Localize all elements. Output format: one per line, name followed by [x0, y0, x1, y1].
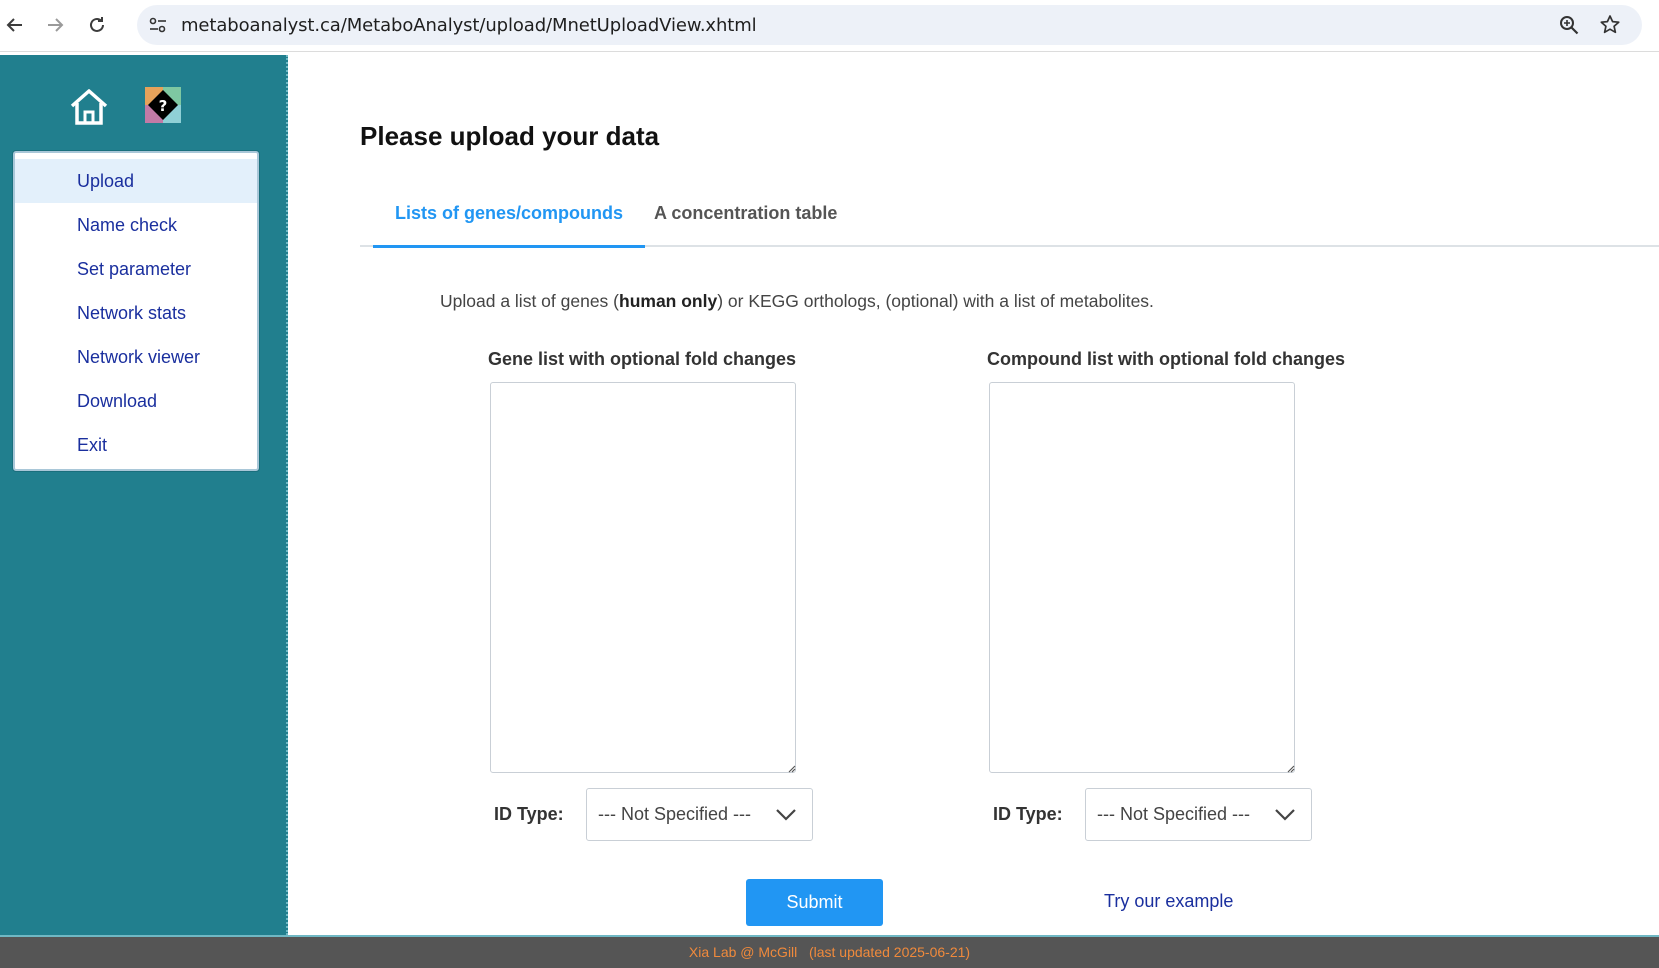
- try-example-link[interactable]: Try our example: [1104, 891, 1233, 912]
- site-settings-icon[interactable]: [147, 14, 169, 36]
- compound-id-type-value: --- Not Specified ---: [1097, 804, 1251, 824]
- menu-item-name-check[interactable]: Name check: [15, 203, 257, 247]
- menu-item-set-parameter[interactable]: Set parameter: [15, 247, 257, 291]
- zoom-icon[interactable]: [1558, 14, 1580, 36]
- tab-bar: Lists of genes/compounds A concentration…: [360, 183, 1659, 248]
- gene-id-type-select[interactable]: --- Not Specified ---: [586, 788, 813, 841]
- gene-list-label: Gene list with optional fold changes: [488, 349, 797, 369]
- address-bar[interactable]: metaboanalyst.ca/MetaboAnalyst/upload/Mn…: [137, 5, 1642, 45]
- forward-button[interactable]: [40, 10, 70, 40]
- back-button[interactable]: [0, 10, 30, 40]
- help-icon[interactable]: ?: [145, 87, 181, 123]
- arrow-left-icon: [6, 18, 22, 32]
- chevron-down-icon: [776, 809, 796, 821]
- page-title: Please upload your data: [360, 121, 660, 151]
- compound-list-label: Compound list with optional fold changes: [987, 349, 1345, 369]
- bookmark-star-icon[interactable]: [1598, 13, 1622, 37]
- tab-concentration-table[interactable]: A concentration table: [632, 183, 859, 247]
- home-icon[interactable]: [68, 87, 110, 127]
- menu-item-upload[interactable]: Upload: [15, 159, 257, 203]
- submit-button[interactable]: Submit: [746, 879, 883, 926]
- resize-grip-icon[interactable]: [786, 763, 796, 773]
- menu-item-network-viewer[interactable]: Network viewer: [15, 335, 257, 379]
- browser-toolbar: metaboanalyst.ca/MetaboAnalyst/upload/Mn…: [0, 0, 1659, 52]
- compound-id-type-select[interactable]: --- Not Specified ---: [1085, 788, 1312, 841]
- svg-text:?: ?: [159, 97, 168, 115]
- gene-list-textarea[interactable]: [490, 382, 796, 773]
- reload-button[interactable]: [82, 10, 112, 40]
- gene-id-type-value: --- Not Specified ---: [598, 804, 752, 824]
- menu-item-network-stats[interactable]: Network stats: [15, 291, 257, 335]
- compound-id-type-label: ID Type:: [993, 804, 1063, 824]
- url-text[interactable]: metaboanalyst.ca/MetaboAnalyst/upload/Mn…: [181, 15, 757, 36]
- tab-lists[interactable]: Lists of genes/compounds: [373, 183, 646, 248]
- compound-list-textarea[interactable]: [989, 382, 1295, 773]
- resize-grip-icon[interactable]: [1285, 763, 1295, 773]
- upload-description: Upload a list of genes (human only) or K…: [440, 291, 1154, 311]
- reload-icon: [90, 17, 104, 32]
- arrow-right-icon: [48, 18, 64, 32]
- navigation-menu: Upload Name check Set parameter Network …: [13, 151, 259, 471]
- menu-item-exit[interactable]: Exit: [15, 423, 257, 467]
- footer-text: Xia Lab @ McGill (last updated 2025-06-2…: [688, 944, 971, 960]
- menu-item-download[interactable]: Download: [15, 379, 257, 423]
- gene-id-type-label: ID Type:: [494, 804, 564, 824]
- main-content: Please upload your data Lists of genes/c…: [290, 55, 1659, 935]
- footer: Xia Lab @ McGill (last updated 2025-06-2…: [0, 935, 1659, 968]
- sidebar: ? Upload Name check Set parameter Networ…: [0, 55, 288, 935]
- description-emphasis: human only: [619, 291, 718, 311]
- chevron-down-icon: [1275, 809, 1295, 821]
